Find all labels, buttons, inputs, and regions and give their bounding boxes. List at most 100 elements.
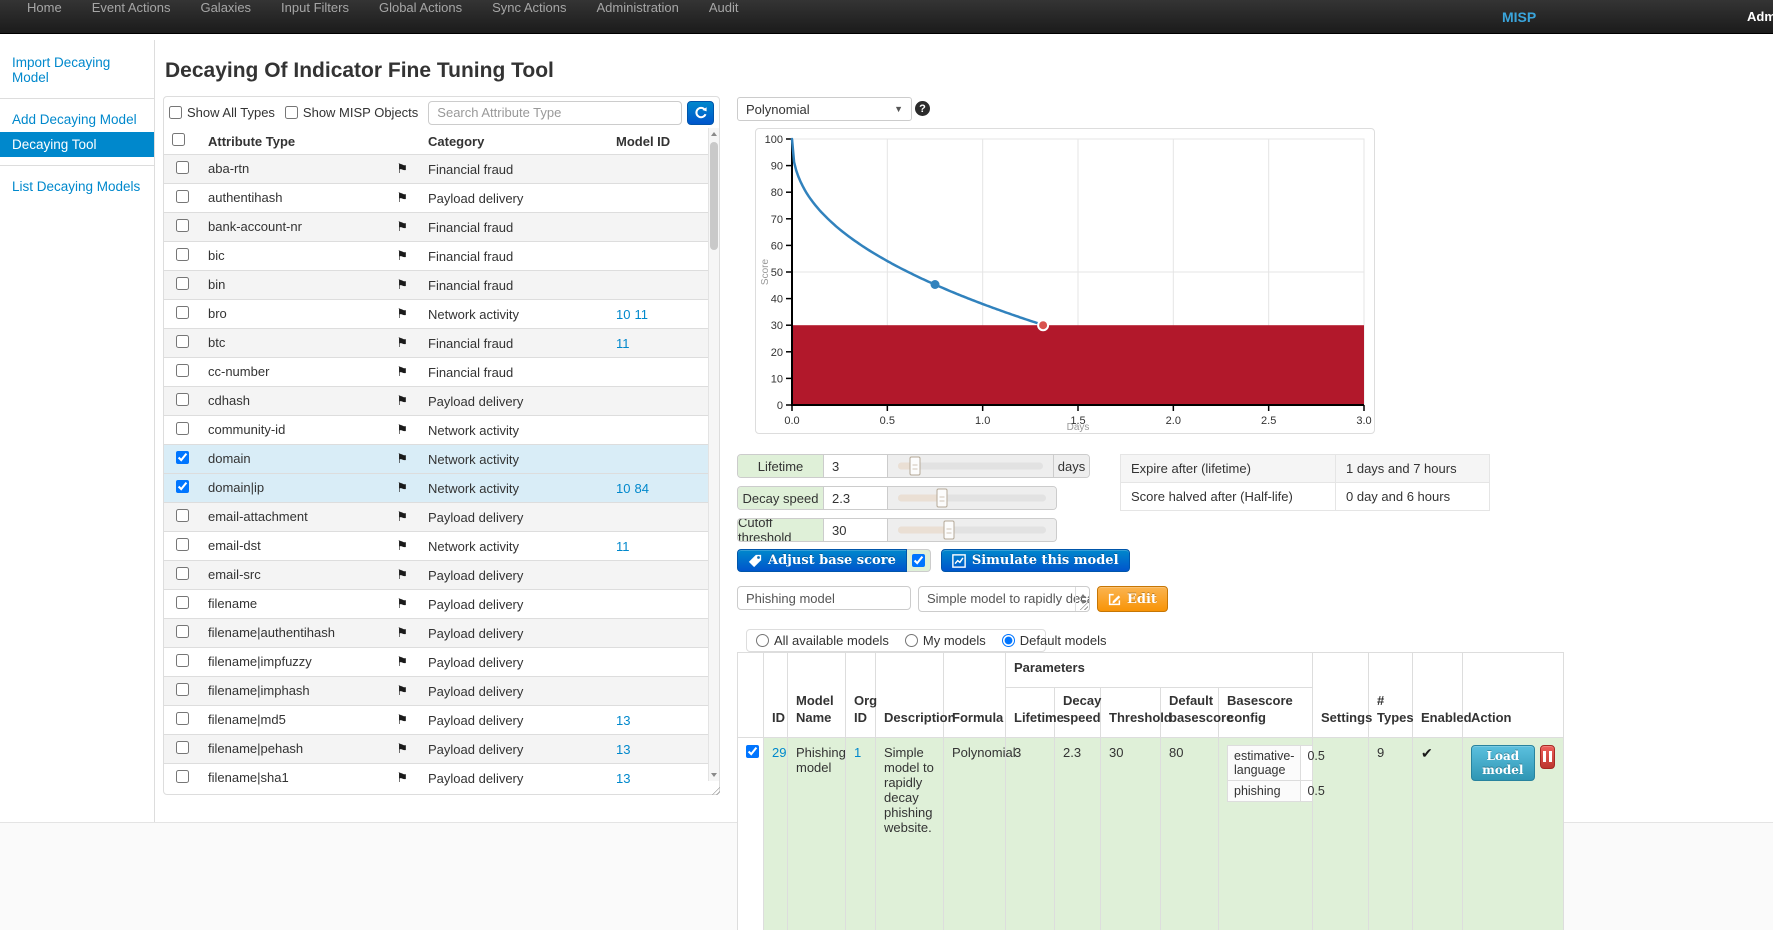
- attribute-row-authentihash[interactable]: ⚑authentihashPayload delivery: [164, 184, 708, 213]
- cutoff-marker[interactable]: [1038, 320, 1048, 330]
- row-checkbox[interactable]: [176, 190, 189, 203]
- model-id-link[interactable]: 13: [616, 771, 630, 786]
- flag-icon[interactable]: ⚑: [396, 248, 408, 264]
- attribute-row-cdhash[interactable]: ⚑cdhashPayload delivery: [164, 387, 708, 416]
- attribute-row-bin[interactable]: ⚑binFinancial fraud: [164, 271, 708, 300]
- org-id-link[interactable]: 1: [854, 745, 861, 760]
- model-id-link[interactable]: 29: [772, 745, 786, 760]
- slider-handle[interactable]: [944, 521, 955, 540]
- nav-item-input-filters[interactable]: Input Filters: [266, 0, 364, 15]
- attribute-row-filename-authentihash[interactable]: ⚑filename|authentihashPayload delivery: [164, 619, 708, 648]
- row-checkbox[interactable]: [176, 248, 189, 261]
- attribute-row-aba-rtn[interactable]: ⚑aba-rtnFinancial fraud: [164, 155, 708, 184]
- attribute-row-filename-md5[interactable]: ⚑filename|md5Payload delivery13: [164, 706, 708, 735]
- model-row-29[interactable]: 29Phishing model1Simple model to rapidly…: [738, 737, 1564, 930]
- model-id-link[interactable]: 11: [634, 307, 648, 322]
- question-circle-icon[interactable]: ?: [915, 101, 930, 116]
- flag-icon[interactable]: ⚑: [396, 364, 408, 380]
- model-row-checkbox[interactable]: [746, 745, 759, 758]
- flag-icon[interactable]: ⚑: [396, 306, 408, 322]
- row-checkbox[interactable]: [176, 422, 189, 435]
- flag-icon[interactable]: ⚑: [396, 509, 408, 525]
- nav-item-global-actions[interactable]: Global Actions: [364, 0, 477, 15]
- scroll-down-icon[interactable]: [709, 769, 719, 781]
- nav-item-audit[interactable]: Audit: [694, 0, 754, 15]
- curve-point-marker[interactable]: [931, 280, 940, 289]
- flag-icon[interactable]: ⚑: [396, 712, 408, 728]
- flag-icon[interactable]: ⚑: [396, 770, 408, 786]
- attribute-row-domain-ip[interactable]: ⚑domain|ipNetwork activity1084: [164, 474, 708, 503]
- flag-icon[interactable]: ⚑: [396, 596, 408, 612]
- refresh-button[interactable]: [687, 101, 714, 125]
- attribute-row-bro[interactable]: ⚑broNetwork activity1011: [164, 300, 708, 329]
- slider-track[interactable]: [898, 495, 1046, 502]
- model-id-link[interactable]: 10: [616, 307, 630, 322]
- show-all-types-label[interactable]: Show All Types: [169, 105, 275, 120]
- misp-brand-link[interactable]: MISP: [1502, 9, 1536, 25]
- show-misp-objects-checkbox[interactable]: [285, 106, 298, 119]
- flag-icon[interactable]: ⚑: [396, 451, 408, 467]
- show-all-types-checkbox[interactable]: [169, 106, 182, 119]
- attribute-scrollbar[interactable]: [708, 128, 719, 781]
- panel-resize-handle[interactable]: [709, 784, 720, 795]
- model-id-link[interactable]: 11: [616, 336, 630, 351]
- nav-item-administration[interactable]: Administration: [582, 0, 694, 15]
- row-checkbox[interactable]: [176, 625, 189, 638]
- row-checkbox[interactable]: [176, 393, 189, 406]
- select-all-checkbox[interactable]: [172, 133, 185, 146]
- simulate-model-button[interactable]: Simulate this model: [941, 549, 1130, 572]
- load-model-button[interactable]: Load model: [1471, 745, 1535, 781]
- attribute-row-email-attachment[interactable]: ⚑email-attachmentPayload delivery: [164, 503, 708, 532]
- scrollbar-thumb[interactable]: [710, 142, 718, 250]
- row-checkbox[interactable]: [176, 509, 189, 522]
- flag-icon[interactable]: ⚑: [396, 741, 408, 757]
- flag-icon[interactable]: ⚑: [396, 335, 408, 351]
- flag-icon[interactable]: ⚑: [396, 277, 408, 293]
- attribute-row-email-src[interactable]: ⚑email-srcPayload delivery: [164, 561, 708, 590]
- row-checkbox[interactable]: [176, 741, 189, 754]
- radio-label-all-available-models[interactable]: All available models: [756, 633, 889, 648]
- show-misp-objects-label[interactable]: Show MISP Objects: [285, 105, 418, 120]
- slider-value-input[interactable]: 30: [824, 519, 888, 541]
- slider-track[interactable]: [898, 527, 1046, 534]
- slider-value-input[interactable]: 2.3: [824, 487, 888, 509]
- model-id-link[interactable]: 10: [616, 481, 630, 496]
- attribute-row-btc[interactable]: ⚑btcFinancial fraud11: [164, 329, 708, 358]
- attribute-row-domain[interactable]: ⚑domainNetwork activity: [164, 445, 708, 474]
- row-checkbox[interactable]: [176, 277, 189, 290]
- flag-icon[interactable]: ⚑: [396, 567, 408, 583]
- sidebar-item-list-decaying-models[interactable]: List Decaying Models: [0, 174, 154, 199]
- row-checkbox[interactable]: [176, 219, 189, 232]
- radio-label-my-models[interactable]: My models: [905, 633, 986, 648]
- slider-value-input[interactable]: 3: [824, 455, 888, 477]
- flag-icon[interactable]: ⚑: [396, 625, 408, 641]
- flag-icon[interactable]: ⚑: [396, 190, 408, 206]
- row-checkbox[interactable]: [176, 335, 189, 348]
- sidebar-item-add-decaying-model[interactable]: Add Decaying Model: [0, 107, 154, 132]
- radio-my-models[interactable]: [905, 634, 918, 647]
- attribute-row-filename-pehash[interactable]: ⚑filename|pehashPayload delivery13: [164, 735, 708, 764]
- radio-all-available-models[interactable]: [756, 634, 769, 647]
- nav-item-event-actions[interactable]: Event Actions: [77, 0, 186, 15]
- nav-item-home[interactable]: Home: [12, 0, 77, 15]
- row-checkbox[interactable]: [176, 161, 189, 174]
- formula-select[interactable]: Polynomial ▼: [737, 97, 912, 121]
- slider-handle[interactable]: [937, 489, 948, 508]
- model-id-link[interactable]: 13: [616, 713, 630, 728]
- adjust-base-score-button[interactable]: Adjust base score: [737, 549, 907, 572]
- attribute-row-bic[interactable]: ⚑bicFinancial fraud: [164, 242, 708, 271]
- flag-icon[interactable]: ⚑: [396, 393, 408, 409]
- flag-icon[interactable]: ⚑: [396, 219, 408, 235]
- radio-default-models[interactable]: [1002, 634, 1015, 647]
- row-checkbox[interactable]: [176, 683, 189, 696]
- row-checkbox[interactable]: [176, 712, 189, 725]
- attribute-row-community-id[interactable]: ⚑community-idNetwork activity: [164, 416, 708, 445]
- adjust-base-score-checkbox[interactable]: [912, 554, 925, 567]
- attribute-row-filename[interactable]: ⚑filenamePayload delivery: [164, 590, 708, 619]
- row-checkbox[interactable]: [176, 306, 189, 319]
- nav-item-galaxies[interactable]: Galaxies: [185, 0, 266, 15]
- sidebar-item-import-decaying-model[interactable]: Import Decaying Model: [0, 50, 154, 90]
- model-id-link[interactable]: 13: [616, 742, 630, 757]
- flag-icon[interactable]: ⚑: [396, 654, 408, 670]
- model-description-textarea[interactable]: Simple model to rapidly decay: [918, 586, 1090, 612]
